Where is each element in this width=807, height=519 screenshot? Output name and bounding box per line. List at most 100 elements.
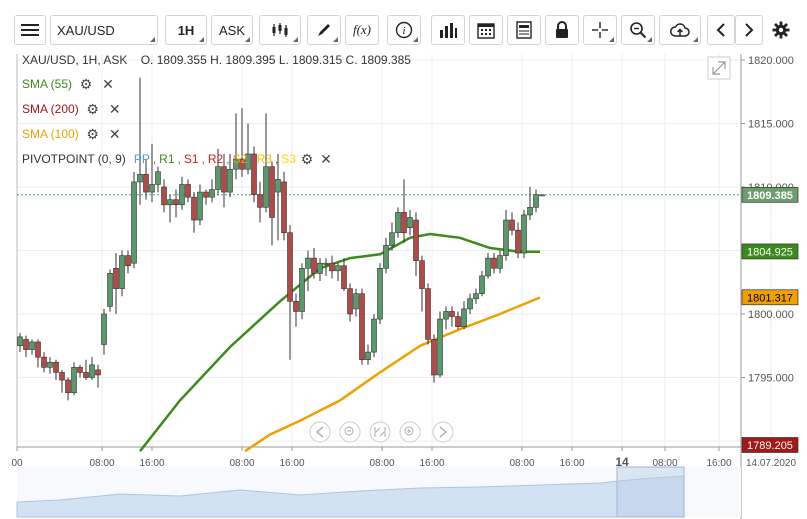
candle xyxy=(515,222,521,259)
candle xyxy=(485,253,491,279)
fit-button[interactable] xyxy=(369,421,391,443)
candle-body xyxy=(47,361,53,368)
candle-body xyxy=(53,361,59,373)
ohlc-values: O. 1809.355 H. 1809.395 L. 1809.315 C. 1… xyxy=(140,53,411,67)
navigator[interactable] xyxy=(16,466,741,518)
candle-body xyxy=(515,229,521,254)
candle-body xyxy=(329,262,335,272)
indicator-sma-55[interactable]: SMA (55) ⚙ ✕ xyxy=(22,76,116,92)
candle-body xyxy=(179,184,185,206)
close-icon[interactable]: ✕ xyxy=(318,151,334,167)
candle-body xyxy=(275,179,281,193)
candle-body xyxy=(77,367,83,373)
price-tick-label: 1815.000 xyxy=(748,119,794,131)
navigator-window[interactable] xyxy=(616,466,685,518)
candle-body xyxy=(155,171,161,185)
indicator-pivotpoint[interactable]: PIVOTPOINT (0, 9) PP, R1, S1, R2, S2, R3… xyxy=(22,151,334,167)
candle xyxy=(209,179,215,203)
candle xyxy=(179,176,185,210)
gear-icon[interactable]: ⚙ xyxy=(78,76,94,92)
zoom-in-button[interactable] xyxy=(399,421,421,443)
zoom-out-button[interactable] xyxy=(339,421,361,443)
candle xyxy=(335,263,341,281)
crosshair-button[interactable] xyxy=(583,15,617,45)
candle-body xyxy=(527,207,533,216)
candle-body xyxy=(101,313,107,345)
chevron-right-icon xyxy=(745,23,754,37)
timeframe-select[interactable]: 1H xyxy=(165,15,207,45)
export-button[interactable] xyxy=(659,15,701,45)
price-tick-label: 1820.000 xyxy=(748,55,794,67)
candle-body xyxy=(521,214,527,254)
price-badge-label: 1804.925 xyxy=(747,246,793,258)
close-icon[interactable]: ✕ xyxy=(107,101,123,117)
calendar-button[interactable] xyxy=(469,15,503,45)
candle-body xyxy=(335,265,341,272)
price-chart[interactable]: 1820.0001815.0001810.0001805.0001800.000… xyxy=(0,54,807,519)
pivot-level-r1: R1 xyxy=(159,152,175,166)
price-type-select[interactable]: ASK xyxy=(211,15,253,45)
function-icon: f(x) xyxy=(352,22,372,37)
candle-body xyxy=(365,351,371,361)
candle xyxy=(293,293,299,327)
info-button[interactable]: i xyxy=(387,15,421,45)
candle-body xyxy=(413,219,419,261)
candle-body xyxy=(167,199,173,206)
gear-icon[interactable]: ⚙ xyxy=(299,151,315,167)
nav-forward-button[interactable] xyxy=(432,421,454,443)
candle-body xyxy=(59,372,65,381)
candle-body xyxy=(269,166,275,218)
candle xyxy=(191,192,197,233)
candle-body xyxy=(35,341,41,358)
candle-body xyxy=(83,372,89,378)
candle-body xyxy=(143,174,149,193)
toolbar: XAU/USD 1H ASK f(x) i xyxy=(0,0,807,54)
candle-body xyxy=(479,275,485,294)
candle xyxy=(17,333,23,353)
candle-body xyxy=(299,267,305,312)
gear-icon[interactable]: ⚙ xyxy=(85,101,101,117)
candle xyxy=(281,171,287,241)
candle xyxy=(491,253,497,274)
candle-body xyxy=(443,311,449,320)
lock-button[interactable] xyxy=(545,15,579,45)
volume-button[interactable] xyxy=(431,15,465,45)
candle xyxy=(65,377,71,401)
nav-back-button[interactable] xyxy=(309,421,331,443)
candle-body xyxy=(353,293,359,310)
scroll-left-button[interactable] xyxy=(707,15,735,45)
menu-button[interactable] xyxy=(14,15,46,45)
indicator-sma-200[interactable]: SMA (200) ⚙ ✕ xyxy=(22,101,123,117)
indicator-sma-100[interactable]: SMA (100) ⚙ ✕ xyxy=(22,126,123,142)
settings-button[interactable] xyxy=(767,15,795,45)
pivot-level-pp: PP xyxy=(133,152,150,166)
candle-body xyxy=(311,257,317,274)
candle xyxy=(47,357,53,374)
candle-body xyxy=(431,339,437,376)
candle xyxy=(269,161,275,246)
timeframe-label: 1H xyxy=(177,22,195,38)
candle xyxy=(35,339,41,368)
symbol-select[interactable]: XAU/USD xyxy=(50,15,158,45)
candle xyxy=(167,194,173,223)
scroll-right-button[interactable] xyxy=(735,15,763,45)
crosshair-icon xyxy=(592,22,608,38)
template-button[interactable] xyxy=(507,15,541,45)
candle xyxy=(161,179,167,213)
candle xyxy=(83,359,89,381)
candle xyxy=(317,258,323,281)
close-icon[interactable]: ✕ xyxy=(100,76,116,92)
candle-body xyxy=(89,364,95,378)
indicators-button[interactable]: f(x) xyxy=(345,15,379,45)
time-tick-label: 14.07.2020 xyxy=(746,458,796,469)
candle-body xyxy=(131,181,137,264)
drawing-tool-button[interactable] xyxy=(307,15,341,45)
zoom-button[interactable] xyxy=(621,15,655,45)
candle xyxy=(185,179,191,203)
chart-type-button[interactable] xyxy=(259,15,301,45)
candle xyxy=(497,250,503,274)
gear-icon[interactable]: ⚙ xyxy=(85,126,101,142)
candle-body xyxy=(221,166,227,193)
candle-body xyxy=(467,298,473,310)
close-icon[interactable]: ✕ xyxy=(107,126,123,142)
